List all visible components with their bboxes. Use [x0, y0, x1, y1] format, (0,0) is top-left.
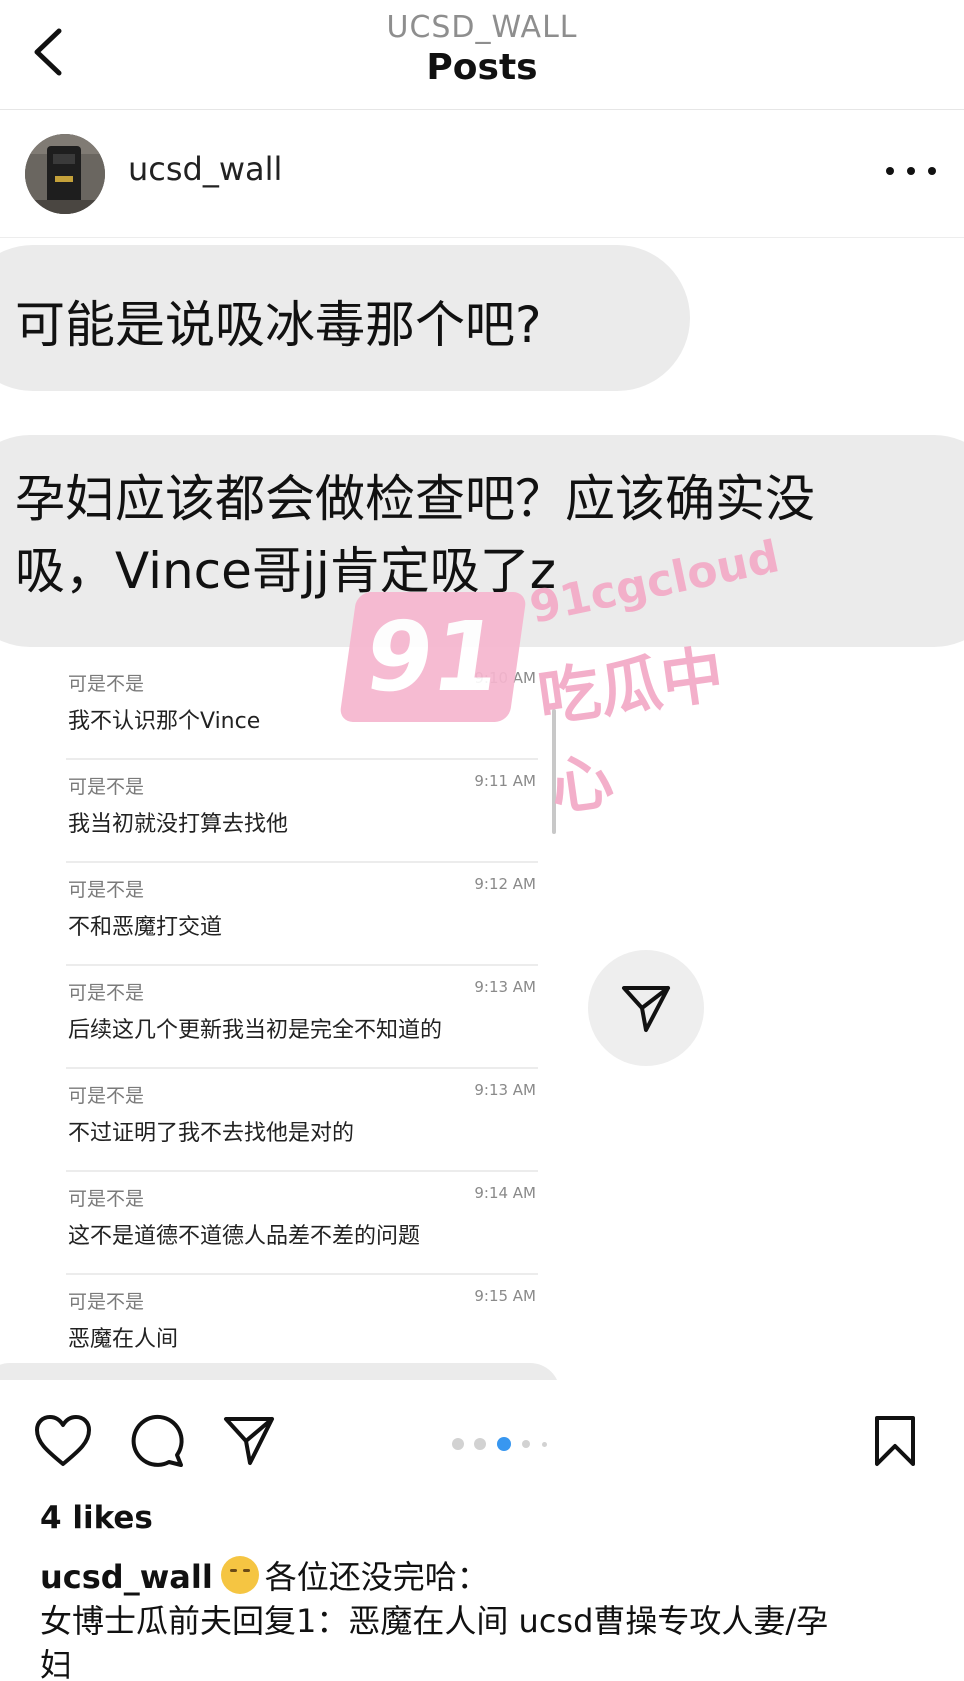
caption-line: 女博士瓜前夫回复1：恶魔在人间 ucsd曹操专攻人妻/孕 [40, 1602, 829, 1640]
more-dot-icon [928, 167, 936, 175]
chat-time: 9:13 AM [474, 978, 536, 996]
chat-message-text: 后续这几个更新我当初是完全不知道的 [68, 1018, 443, 1043]
like-button[interactable] [32, 1410, 94, 1472]
avatar-photo-icon [25, 134, 105, 214]
post-header: ucsd_wall [0, 110, 964, 238]
chat-time: 9:14 AM [474, 1184, 536, 1202]
chat-sender: 可是不是 [68, 1291, 145, 1313]
chat-time: 9:12 AM [474, 875, 536, 893]
watermark: 91 91cgcloud 吃瓜中心 [338, 531, 784, 825]
account-name: UCSD_WALL [386, 10, 578, 45]
save-button[interactable] [864, 1410, 926, 1472]
avatar[interactable] [25, 134, 105, 214]
message-bubble-partial [0, 1363, 560, 1380]
chat-screenshot: 可是不是9:10 AM我不认识那个Vince可是不是9:11 AM我当初就没打算… [66, 657, 538, 1378]
chat-sender: 可是不是 [68, 776, 145, 798]
chat-time: 9:15 AM [474, 1287, 536, 1305]
watermark-brand: 吃瓜中心 [533, 637, 728, 825]
likes-count[interactable]: 4 likes [40, 1500, 153, 1536]
page-title: Posts [426, 47, 538, 88]
heart-icon [35, 1415, 91, 1466]
chat-message-text: 恶魔在人间 [68, 1327, 179, 1352]
more-dot-icon [907, 167, 915, 175]
chat-message-text: 不过证明了我不去找他是对的 [68, 1121, 355, 1146]
top-nav-bar: UCSD_WALL Posts [0, 0, 964, 110]
chat-message: 可是不是 9:13 AM 后续这几个更新我当初是完全不知道的 [66, 966, 538, 1069]
chat-sender: 可是不是 [68, 879, 145, 901]
share-icon [224, 1417, 274, 1465]
comment-icon [131, 1414, 184, 1467]
bubble-line: 孕妇应该都会做检查吧？应该确实没 [15, 470, 815, 528]
carousel-dot [474, 1438, 486, 1450]
caption: ucsd_wall 各位还没完哈： 女博士瓜前夫回复1：恶魔在人间 ucsd曹操专… [40, 1555, 940, 1681]
carousel-dot [452, 1438, 464, 1450]
comment-button[interactable] [126, 1410, 188, 1472]
more-dot-icon [886, 167, 894, 175]
carousel-dot [522, 1440, 530, 1448]
chat-message: 可是不是 9:13 AM 不过证明了我不去找他是对的 [66, 1069, 538, 1172]
send-icon [622, 986, 670, 1032]
more-options-button[interactable] [886, 156, 936, 186]
chat-message: 可是不是 9:14 AM 这不是道德不道德人品差不差的问题 [66, 1172, 538, 1275]
post-image[interactable]: 可能是说吸冰毒那个吧? 孕妇应该都会做检查吧？应该确实没 吸，Vince哥jj肯… [0, 239, 964, 1380]
action-row [0, 1380, 964, 1490]
chat-sender: 可是不是 [68, 1188, 145, 1210]
chat-message-text: 这不是道德不道德人品差不差的问题 [68, 1224, 421, 1249]
caption-line: 妇 [40, 1646, 73, 1681]
chat-sender: 可是不是 [68, 982, 145, 1004]
chat-time: 9:11 AM [474, 772, 536, 790]
post-username[interactable]: ucsd_wall [128, 150, 282, 188]
chat-message-text: 我不认识那个Vince [68, 709, 261, 734]
share-button[interactable] [218, 1410, 280, 1472]
caption-line: ucsd_wall 各位还没完哈： [40, 1555, 940, 1599]
nav-titles: UCSD_WALL Posts [0, 10, 964, 88]
carousel-indicator [452, 1436, 572, 1452]
caption-text: 各位还没完哈： [264, 1558, 489, 1596]
carousel-dot [542, 1441, 547, 1447]
send-circle [588, 950, 704, 1066]
carousel-dot [497, 1437, 511, 1451]
bookmark-icon [875, 1416, 915, 1466]
watermark-number: 91 [338, 592, 528, 722]
message-bubble: 可能是说吸冰毒那个吧? [0, 245, 690, 391]
face-with-steam-icon [220, 1556, 259, 1594]
chat-time: 9:13 AM [474, 1081, 536, 1099]
chat-sender: 可是不是 [68, 673, 145, 695]
caption-username[interactable]: ucsd_wall [40, 1558, 213, 1596]
chat-message-text: 我当初就没打算去找他 [68, 812, 289, 837]
chat-message-text: 不和恶魔打交道 [68, 915, 223, 940]
chat-sender: 可是不是 [68, 1085, 145, 1107]
chat-message: 可是不是 9:11 AM 我当初就没打算去找他 [66, 760, 538, 863]
chat-message: 可是不是 9:12 AM 不和恶魔打交道 [66, 863, 538, 966]
